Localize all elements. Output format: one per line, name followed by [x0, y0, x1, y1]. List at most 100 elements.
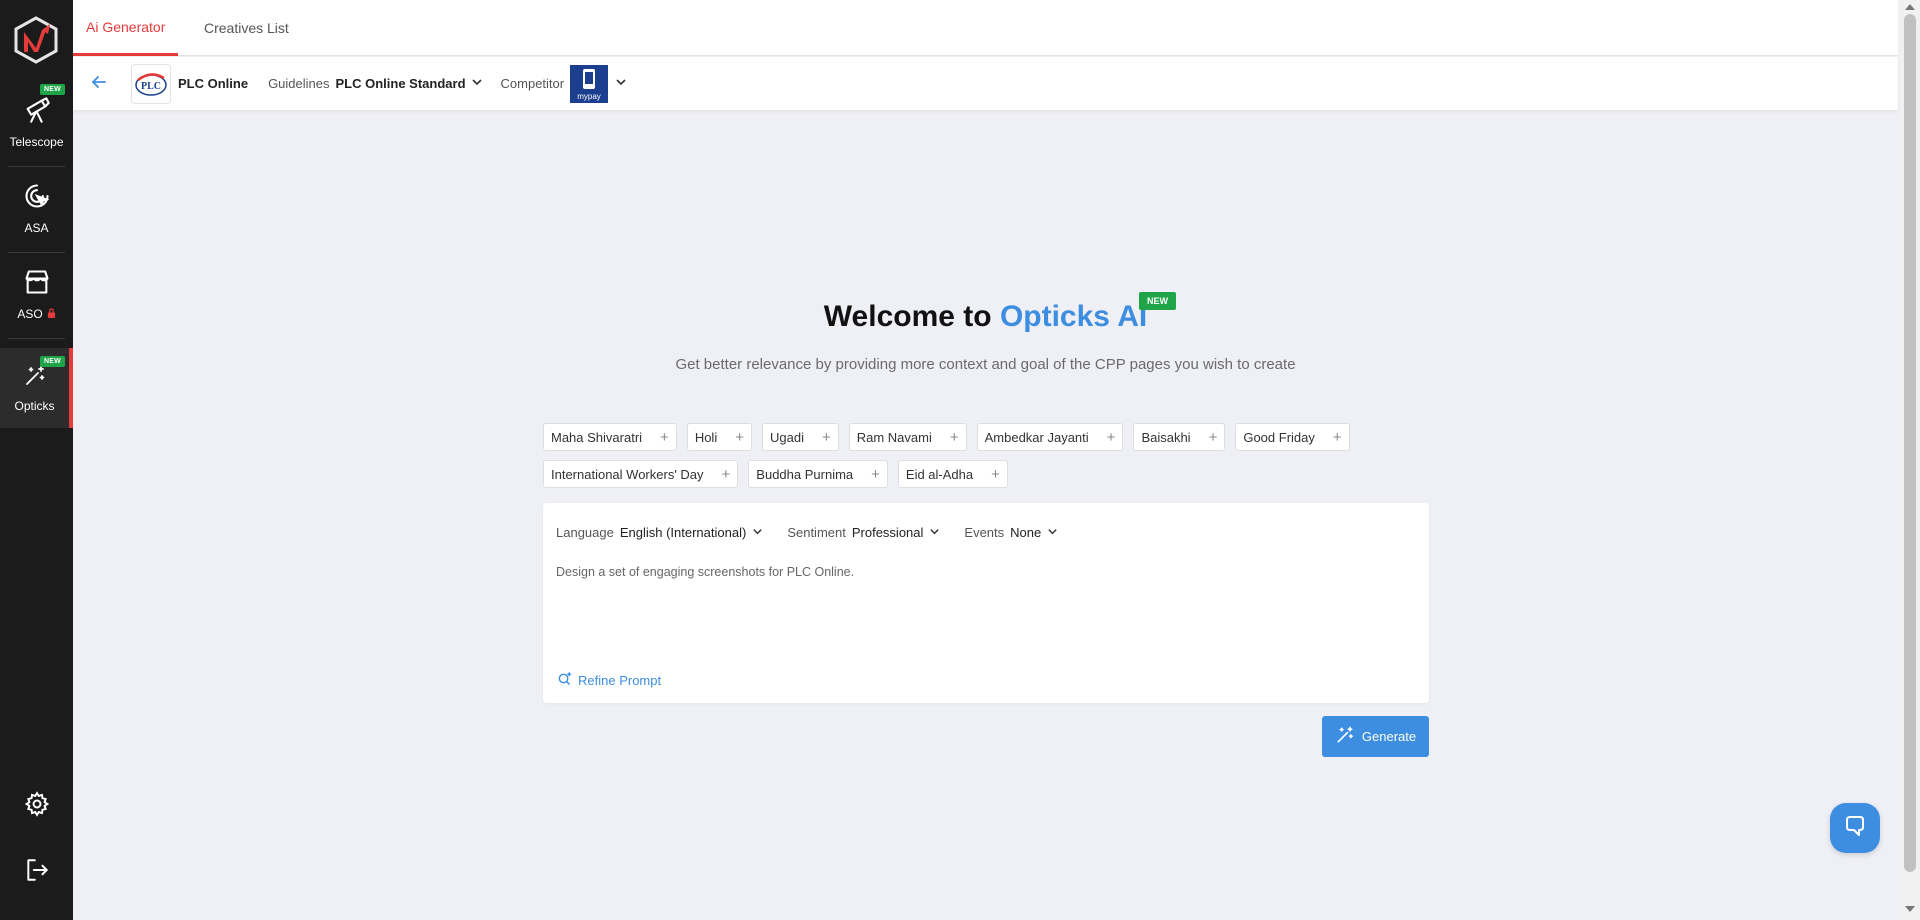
- scroll-up-arrow-icon[interactable]: [1905, 4, 1915, 10]
- app-name: PLC Online: [178, 76, 249, 91]
- event-chips: Maha Shivaratri + Holi + Ugadi + Ram Navami…: [543, 423, 1429, 488]
- logout-button[interactable]: [0, 852, 73, 892]
- plus-icon: +: [1208, 428, 1218, 446]
- competitor-dropdown[interactable]: [615, 76, 627, 91]
- competitor-logo[interactable]: mypay: [570, 64, 609, 103]
- competitor-label: Competitor: [500, 76, 565, 91]
- chevron-down-icon: [1047, 525, 1058, 540]
- plus-icon: +: [821, 428, 831, 446]
- tab-bar: Ai Generator Creatives List: [73, 0, 1898, 56]
- scroll-down-arrow-icon[interactable]: [1905, 906, 1915, 912]
- plus-icon: +: [660, 428, 669, 446]
- event-chip[interactable]: Eid al-Adha +: [897, 460, 1008, 488]
- page-title: Welcome to Opticks AI: [73, 300, 1898, 334]
- chip-label: Holi: [694, 429, 718, 445]
- divider: [8, 338, 65, 339]
- plus-icon: +: [735, 428, 744, 446]
- language-label: Language: [556, 525, 614, 540]
- plus-icon: +: [1106, 428, 1116, 446]
- sidebar: NEW Telescope ASA ASO NEW Opticks: [0, 0, 73, 920]
- chip-label: Eid al-Adha: [905, 466, 974, 482]
- chevron-down-icon: [752, 525, 763, 540]
- title-prefix: Welcome to: [823, 300, 1000, 333]
- divider: [8, 252, 65, 253]
- generate-button[interactable]: Generate: [1322, 716, 1429, 757]
- chevron-down-icon: [471, 76, 483, 91]
- plus-icon: +: [1332, 428, 1342, 446]
- gear-icon: [24, 790, 50, 822]
- back-button[interactable]: [87, 72, 111, 96]
- app-logo-text: PLC: [141, 81, 161, 92]
- chevron-down-icon: [929, 525, 940, 540]
- sidebar-item-aso[interactable]: ASO: [0, 254, 73, 334]
- event-chip[interactable]: Buddha Purnima +: [748, 460, 888, 488]
- chip-label: Ugadi: [769, 429, 804, 445]
- event-chip[interactable]: Ugadi +: [761, 423, 839, 451]
- app-logo: PLC: [131, 63, 171, 104]
- logout-icon: [24, 857, 50, 888]
- sidebar-item-opticks[interactable]: NEW Opticks: [0, 348, 73, 428]
- chat-support-button[interactable]: [1830, 803, 1880, 853]
- generate-label: Generate: [1361, 729, 1417, 744]
- scroll-thumb[interactable]: [1904, 14, 1916, 872]
- store-icon: [23, 268, 51, 301]
- chip-label: Maha Shivaratri: [551, 429, 643, 445]
- page-subtitle: Get better relevance by providing more c…: [675, 356, 1296, 373]
- chat-bubble-icon: [1843, 814, 1867, 843]
- arrow-left-icon: [91, 74, 107, 93]
- prompt-textarea[interactable]: Design a set of engaging screenshots for…: [556, 565, 854, 579]
- sentiment-select[interactable]: Sentiment Professional: [787, 525, 940, 540]
- sidebar-item-label: ASA: [24, 220, 49, 235]
- chip-label: Good Friday: [1243, 429, 1315, 445]
- plus-icon: +: [991, 465, 1000, 483]
- plus-icon: +: [721, 465, 731, 483]
- magic-wand-icon: [23, 364, 47, 393]
- telescope-icon: [23, 96, 51, 129]
- sidebar-item-asa[interactable]: ASA: [0, 168, 73, 248]
- target-cursor-icon: [23, 182, 51, 215]
- guidelines-label: Guidelines: [268, 76, 330, 91]
- guidelines-dropdown[interactable]: PLC Online Standard: [336, 76, 483, 91]
- sidebar-item-label: ASO: [17, 306, 43, 321]
- language-select[interactable]: Language English (International): [556, 525, 763, 540]
- chip-label: Ram Navami: [856, 429, 932, 445]
- magic-wand-icon: [1335, 725, 1355, 748]
- prompt-card: Language English (International) Sentime…: [543, 503, 1429, 703]
- event-chip[interactable]: Good Friday +: [1235, 423, 1350, 451]
- events-label: Events: [964, 525, 1005, 540]
- prompt-options: Language English (International) Sentime…: [556, 525, 1082, 540]
- chip-label: International Workers' Day: [551, 466, 704, 482]
- sentiment-value: Professional: [851, 525, 924, 540]
- settings-button[interactable]: [0, 786, 73, 826]
- brand-logo[interactable]: [12, 16, 60, 64]
- scrollbar[interactable]: [1900, 0, 1920, 920]
- new-badge: NEW: [1139, 292, 1176, 310]
- event-chip[interactable]: Maha Shivaratri +: [543, 423, 677, 451]
- tab-ai-generator[interactable]: Ai Generator: [73, 0, 179, 56]
- plus-icon: +: [949, 428, 959, 446]
- new-badge: NEW: [40, 84, 65, 95]
- divider: [8, 166, 65, 167]
- chip-label: Buddha Purnima: [756, 466, 854, 482]
- refine-icon: [557, 671, 572, 689]
- plus-icon: +: [871, 465, 880, 483]
- chevron-down-icon: [615, 76, 627, 91]
- event-chip[interactable]: Ambedkar Jayanti +: [976, 423, 1124, 451]
- new-badge: NEW: [40, 356, 65, 367]
- tab-creatives-list[interactable]: Creatives List: [204, 0, 289, 56]
- guidelines-value: PLC Online Standard: [335, 76, 466, 91]
- refine-prompt-label: Refine Prompt: [578, 672, 662, 688]
- event-chip[interactable]: International Workers' Day +: [543, 460, 739, 488]
- sentiment-label: Sentiment: [787, 525, 846, 540]
- sidebar-item-label: Opticks: [14, 398, 55, 413]
- refine-prompt-button[interactable]: Refine Prompt: [557, 671, 661, 689]
- title-accent: Opticks AI: [999, 300, 1148, 333]
- event-chip[interactable]: Holi +: [686, 423, 752, 451]
- app-bar: PLC PLC Online Guidelines PLC Online Sta…: [73, 57, 1898, 110]
- event-chip[interactable]: Ram Navami +: [848, 423, 967, 451]
- events-select[interactable]: Events None: [964, 525, 1058, 540]
- event-chip[interactable]: Baisakhi +: [1133, 423, 1226, 451]
- chip-label: Ambedkar Jayanti: [984, 429, 1089, 445]
- sidebar-item-telescope[interactable]: NEW Telescope: [0, 82, 73, 162]
- lock-icon: [47, 307, 56, 321]
